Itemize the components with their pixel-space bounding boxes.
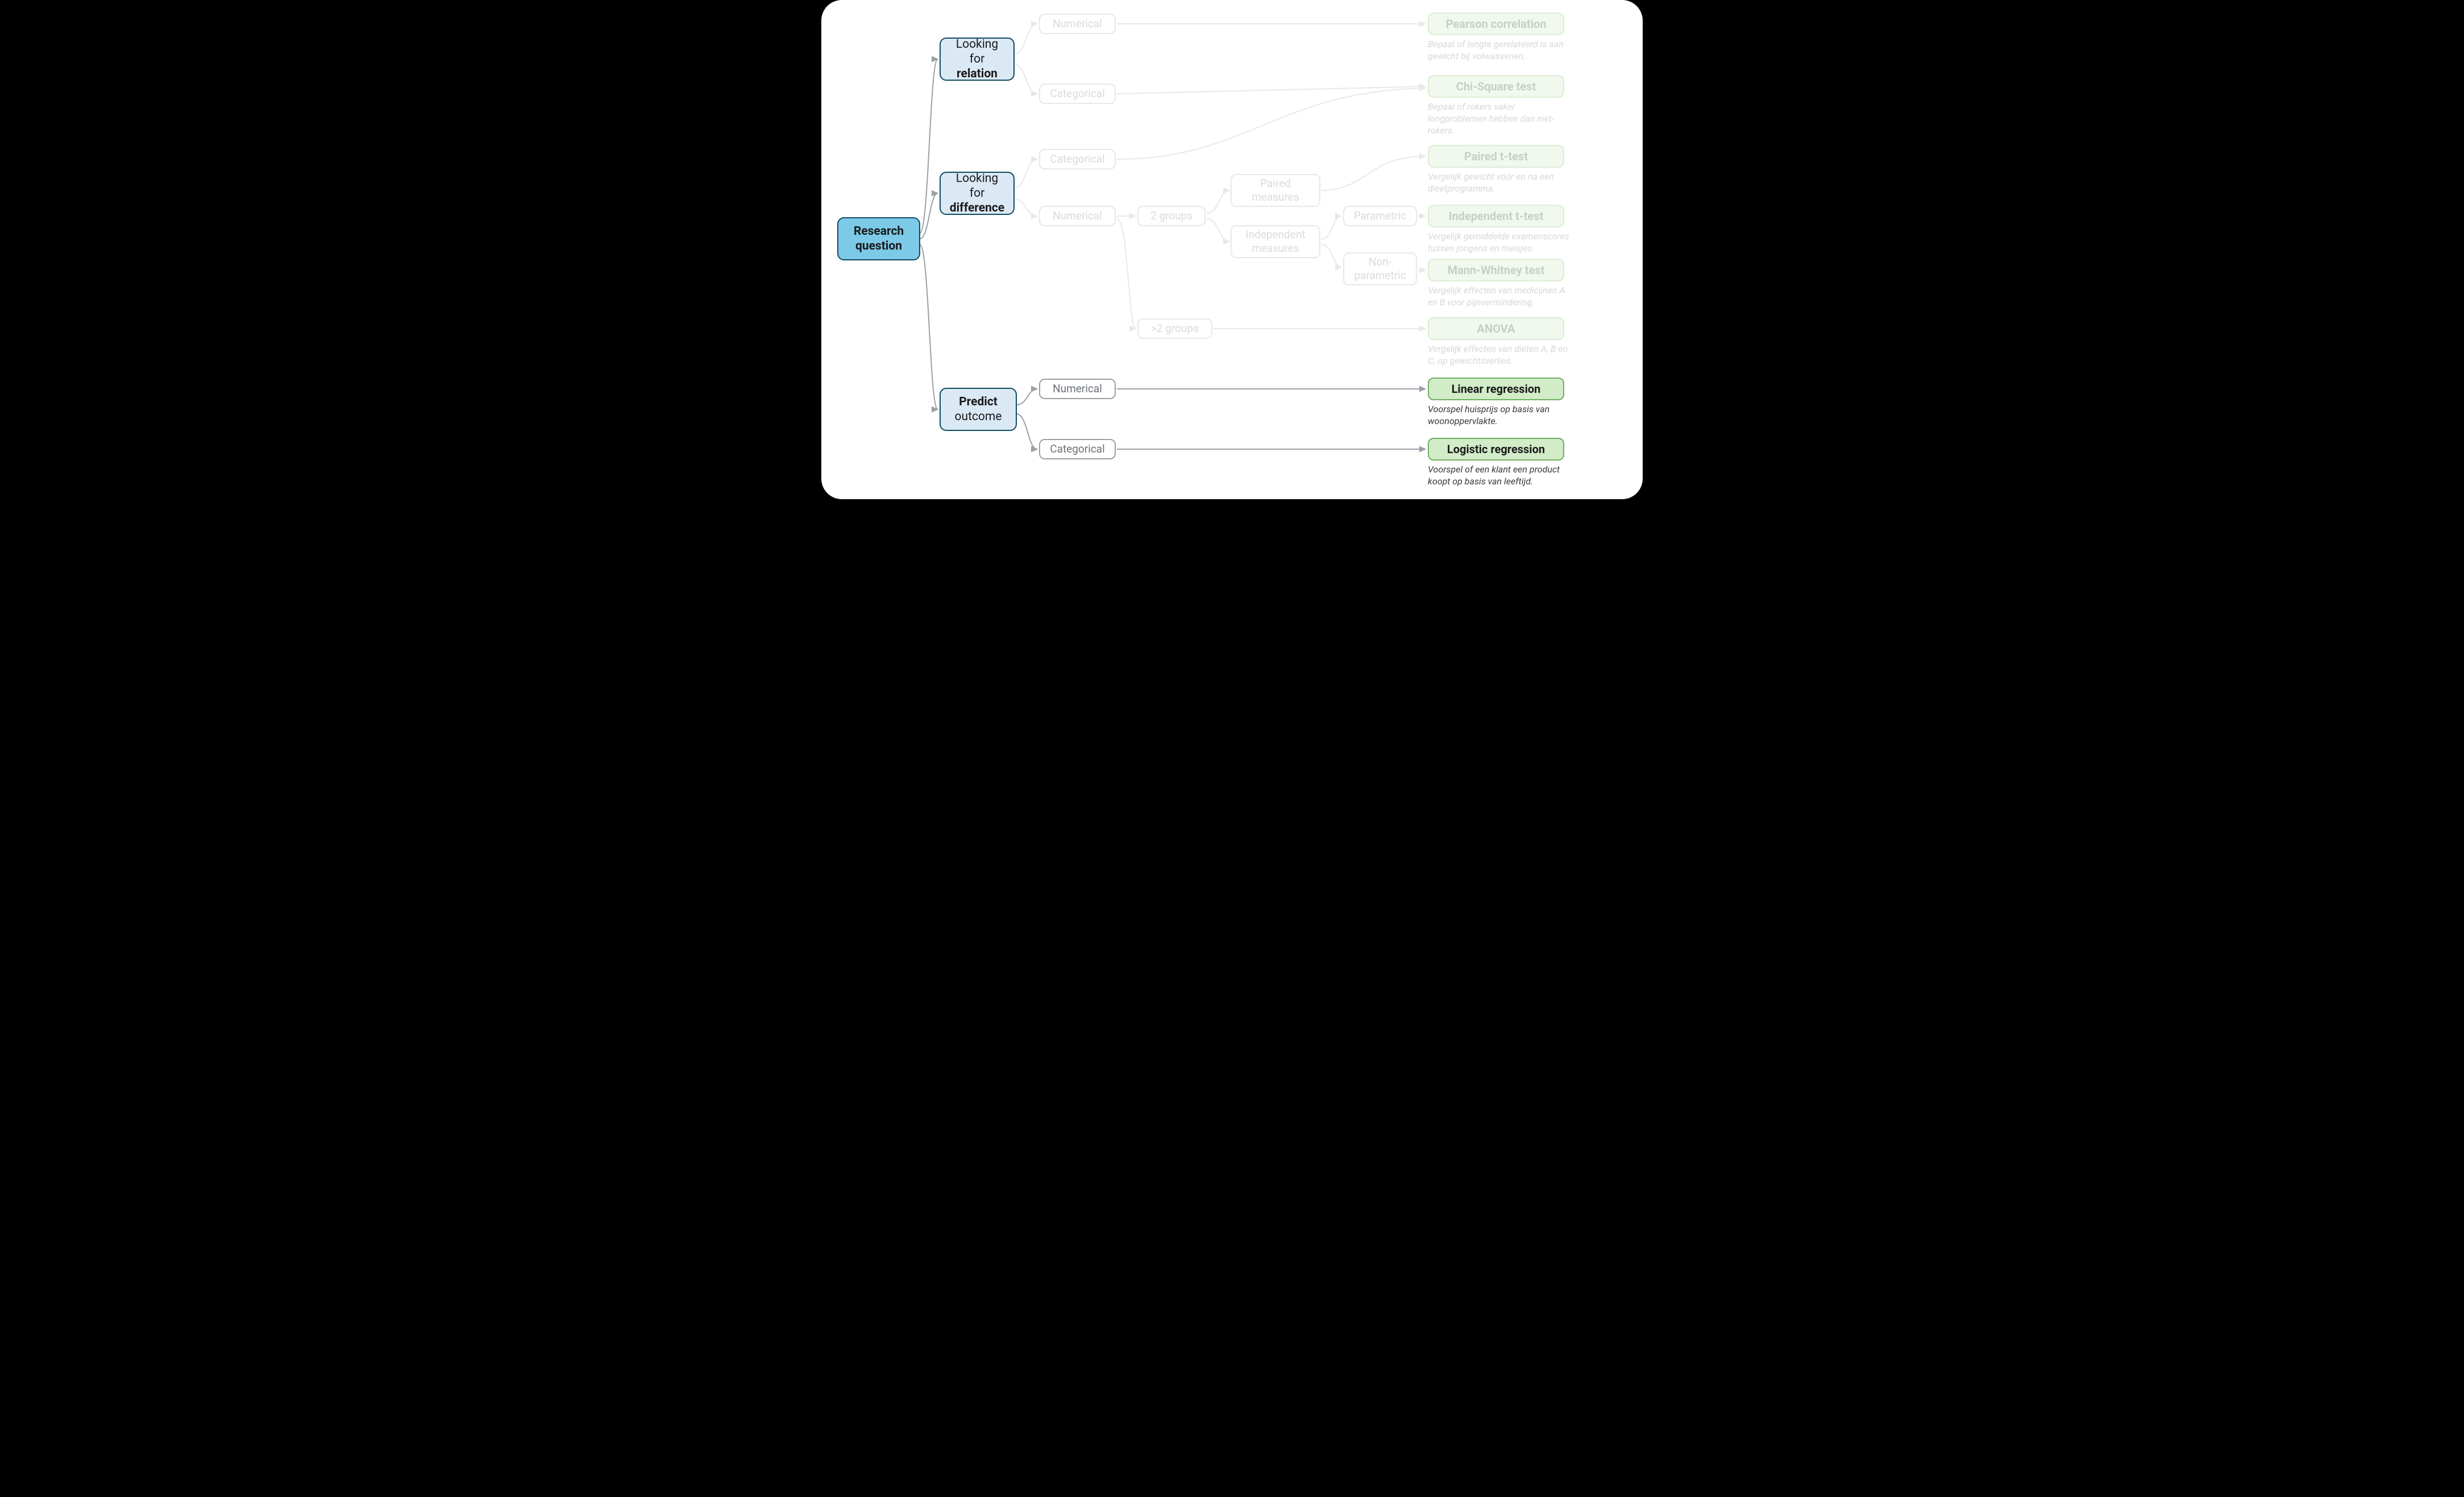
node-relation-categorical: Categorical	[1039, 84, 1116, 104]
node-mann: Mann-Whitney test	[1428, 259, 1564, 281]
node-difference: Looking fordifference	[940, 172, 1015, 215]
desc-indt: Vergelijk gemiddelde examenscores tussen…	[1428, 231, 1576, 255]
node-pearson: Pearson correlation	[1428, 13, 1564, 35]
diagram-canvas: Researchquestion Looking forrelation Loo…	[821, 0, 1643, 499]
node-relation: Looking forrelation	[940, 38, 1015, 81]
node-anova: ANOVA	[1428, 317, 1564, 340]
desc-logreg: Voorspel of een klant een product koopt …	[1428, 464, 1576, 488]
desc-anova: Vergelijk effecten van diëten A, B en C,…	[1428, 343, 1576, 367]
node-relation-numerical: Numerical	[1039, 14, 1116, 34]
node-paired-measures: Pairedmeasures	[1231, 174, 1320, 207]
desc-mann: Vergelijk effecten van medicijnen A en B…	[1428, 285, 1576, 309]
node-parametric: Parametric	[1343, 206, 1417, 226]
node-research-question: Researchquestion	[837, 217, 920, 260]
node-pairedt: Paired t-test	[1428, 145, 1564, 168]
root-l1: Research	[854, 225, 904, 238]
node-indt: Independent t-test	[1428, 205, 1564, 227]
node-predict: Predictoutcome	[940, 388, 1017, 431]
desc-chi: Bepaal of rokers vaker longproblemen heb…	[1428, 101, 1576, 136]
root-l2: question	[855, 239, 902, 253]
node-more-groups: >2 groups	[1137, 318, 1212, 339]
node-diff-numerical: Numerical	[1039, 206, 1116, 226]
node-diff-categorical: Categorical	[1039, 149, 1116, 169]
desc-pearson: Bepaal of lengte gerelateerd is aan gewi…	[1428, 39, 1576, 63]
node-chi: Chi-Square test	[1428, 75, 1564, 98]
node-linreg: Linear regression	[1428, 378, 1564, 400]
desc-linreg: Voorspel huisprijs op basis van woonoppe…	[1428, 404, 1576, 428]
node-predict-categorical: Categorical	[1039, 439, 1116, 459]
node-independent-measures: Independentmeasures	[1231, 225, 1320, 258]
node-predict-numerical: Numerical	[1039, 379, 1116, 399]
node-nonparametric: Non-parametric	[1343, 252, 1417, 285]
node-2groups: 2 groups	[1137, 206, 1206, 226]
desc-pairedt: Vergelijk gewicht vóór en na een dieetpr…	[1428, 171, 1576, 195]
node-logreg: Logistic regression	[1428, 438, 1564, 461]
